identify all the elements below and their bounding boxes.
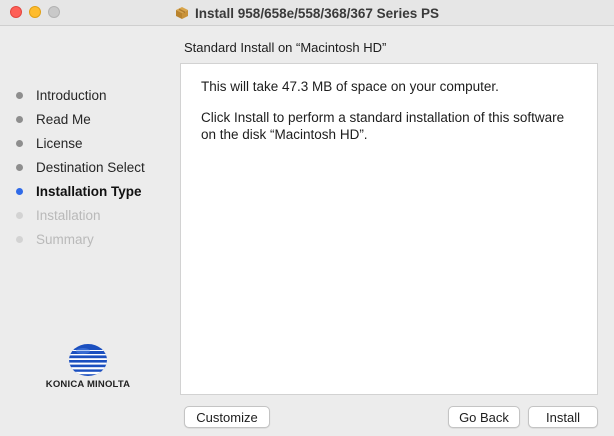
step-dot-icon bbox=[16, 163, 23, 171]
step-dot-icon bbox=[16, 211, 23, 219]
brand-name: KONICA MINOLTA bbox=[45, 379, 131, 390]
step-label: Destination Select bbox=[36, 159, 145, 175]
step-label: Summary bbox=[36, 231, 94, 247]
content-panel: This will take 47.3 MB of space on your … bbox=[180, 63, 598, 395]
step-dot-icon bbox=[16, 91, 23, 99]
customize-button[interactable]: Customize bbox=[184, 406, 270, 428]
step-read-me: Read Me bbox=[16, 107, 176, 131]
step-dot-icon bbox=[16, 235, 23, 243]
step-installation: Installation bbox=[16, 203, 176, 227]
step-label: License bbox=[36, 135, 83, 151]
step-dot-icon bbox=[16, 115, 23, 123]
step-introduction: Introduction bbox=[16, 83, 176, 107]
step-label: Installation bbox=[36, 207, 101, 223]
installer-steps: Introduction Read Me License Destination… bbox=[16, 83, 176, 251]
step-installation-type: Installation Type bbox=[16, 179, 176, 203]
title-bar: Install 958/658e/558/368/367 Series PS bbox=[0, 0, 614, 26]
package-icon bbox=[175, 6, 189, 20]
konica-minolta-globe-icon bbox=[69, 344, 107, 376]
step-label: Installation Type bbox=[36, 183, 142, 199]
install-button[interactable]: Install bbox=[528, 406, 598, 428]
go-back-button[interactable]: Go Back bbox=[448, 406, 520, 428]
step-license: License bbox=[16, 131, 176, 155]
install-location-heading: Standard Install on “Macintosh HD” bbox=[184, 40, 387, 55]
window-title: Install 958/658e/558/368/367 Series PS bbox=[195, 5, 439, 21]
brand-logo: KONICA MINOLTA bbox=[40, 340, 140, 395]
step-label: Read Me bbox=[36, 111, 91, 127]
window-title-group: Install 958/658e/558/368/367 Series PS bbox=[0, 4, 614, 22]
install-instructions-text: Click Install to perform a standard inst… bbox=[201, 110, 565, 142]
step-label: Introduction bbox=[36, 87, 107, 103]
step-dot-icon bbox=[16, 139, 23, 147]
step-dot-active-icon bbox=[16, 187, 23, 195]
space-required-text: This will take 47.3 MB of space on your … bbox=[201, 79, 499, 94]
step-destination-select: Destination Select bbox=[16, 155, 176, 179]
step-summary: Summary bbox=[16, 227, 176, 251]
